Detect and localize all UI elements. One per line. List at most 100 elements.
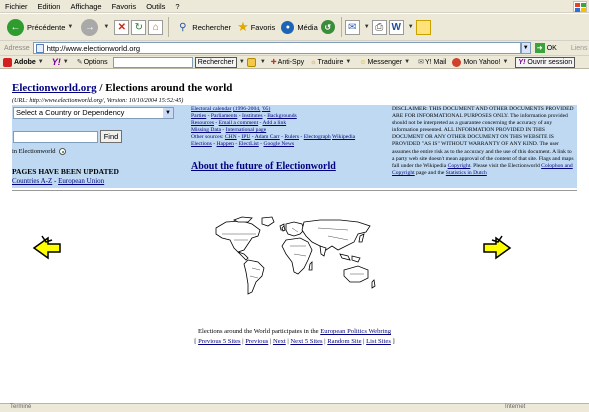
add-link-link[interactable]: Add a link: [263, 120, 287, 126]
electlist-link[interactable]: ElectList: [239, 141, 259, 147]
copyright-link[interactable]: Copyright: [448, 163, 471, 169]
site-home-link[interactable]: Electionworld.org: [12, 82, 97, 94]
google-news-link[interactable]: Google News: [263, 141, 294, 147]
translate-icon: ☼: [310, 58, 317, 66]
missing-data-link[interactable]: Missing Data: [191, 127, 221, 133]
search-icon: ⚲: [179, 21, 187, 33]
address-field[interactable]: http://www.electionworld.org: [32, 42, 521, 54]
menu-file[interactable]: Fichier: [0, 2, 33, 11]
edit-dropdown-icon[interactable]: ▼: [408, 24, 414, 30]
calendar-05-link[interactable]: '05): [262, 106, 270, 112]
european-union-link[interactable]: European Union: [58, 177, 104, 185]
countries-az-link[interactable]: Countries A-Z: [12, 177, 52, 185]
forward-arrow-icon: →: [81, 18, 99, 36]
print-icon[interactable]: ⎙: [371, 19, 387, 35]
find-input[interactable]: [13, 131, 98, 143]
updated-heading: PAGES HAVE BEEN UPDATED: [12, 167, 119, 176]
forward-button[interactable]: → ▼: [78, 16, 114, 38]
previous-5-sites-link[interactable]: Previous 5 Sites: [198, 338, 241, 345]
messenger-icon: ☺: [359, 58, 367, 66]
adobe-label: Adobe: [14, 58, 36, 66]
translate-button[interactable]: ☼ Traduire ▼: [307, 59, 356, 66]
address-dropdown-icon[interactable]: ▼: [520, 42, 531, 54]
list-sites-link[interactable]: List Sites: [366, 338, 391, 345]
adam-carr-link[interactable]: Adam Carr: [255, 134, 280, 140]
antispy-button[interactable]: ✚ Anti-Spy: [268, 58, 307, 67]
wikipedia-link[interactable]: Wikipedia: [332, 134, 355, 140]
stop-icon[interactable]: ✕: [114, 19, 130, 35]
next-5-sites-link[interactable]: Next 5 Sites: [290, 338, 322, 345]
select-arrow-icon[interactable]: ▼: [163, 108, 173, 118]
find-button[interactable]: Find: [100, 130, 122, 143]
elections-link[interactable]: Elections: [191, 141, 212, 147]
webring-text: Elections around the World participates …: [197, 328, 319, 335]
random-site-link[interactable]: Random Site: [327, 338, 361, 345]
mail-icon[interactable]: ✉: [344, 19, 360, 35]
yahoo-search-input[interactable]: [112, 56, 193, 68]
statistics-dutch-link[interactable]: Statistics in Dutch: [446, 170, 487, 176]
back-button[interactable]: ← Précédente ▼: [4, 16, 78, 38]
country-select[interactable]: Select a Country or Dependency ▼: [13, 107, 174, 119]
parties-link[interactable]: Parties: [191, 113, 206, 119]
backgrounds-link[interactable]: Backgrounds: [267, 113, 297, 119]
search-button[interactable]: ⚲ Rechercher: [172, 16, 234, 38]
favorites-button[interactable]: ★ Favoris: [234, 16, 278, 38]
future-of-electionworld-link[interactable]: About the future of Electionworld: [191, 161, 336, 172]
yahoo-mail-button[interactable]: ✉ Y! Mail: [415, 58, 449, 67]
url-version-line: (URL: http://www.electionworld.org/, Ver…: [12, 97, 184, 104]
menu-help[interactable]: ?: [170, 2, 184, 11]
rulers-link[interactable]: Rulers: [284, 134, 299, 140]
radio-selected-icon[interactable]: [59, 148, 67, 156]
search-dropdown-icon[interactable]: ▼: [239, 59, 245, 65]
history-icon[interactable]: ↺: [320, 20, 335, 34]
options-button[interactable]: ✎ Options: [74, 58, 111, 67]
edit-word-icon[interactable]: W: [388, 19, 404, 35]
address-url[interactable]: http://www.electionworld.org: [47, 44, 140, 53]
electoral-calendar-link[interactable]: Electoral calendar: [191, 106, 232, 112]
right-arrow-icon[interactable]: [482, 234, 512, 262]
institutes-link[interactable]: Institutes: [242, 113, 263, 119]
menu-favorites[interactable]: Favoris: [107, 2, 142, 11]
yahoo-search-button[interactable]: Rechercher: [194, 56, 237, 68]
home-icon[interactable]: ⌂: [148, 19, 164, 35]
adobe-dropdown-icon[interactable]: ▼: [38, 59, 44, 65]
mail-dropdown-icon[interactable]: ▼: [364, 24, 370, 30]
in-site-option[interactable]: in Electionworld: [12, 148, 67, 156]
translate-dropdown-icon[interactable]: ▼: [345, 59, 351, 65]
my-yahoo-dropdown-icon[interactable]: ▼: [502, 59, 508, 65]
open-session-button[interactable]: Y! Ouvrir session: [515, 56, 576, 68]
international-page-link[interactable]: International page: [226, 127, 267, 133]
next-link[interactable]: Next: [273, 338, 286, 345]
back-dropdown-icon[interactable]: ▼: [67, 24, 73, 30]
messenger-dropdown-icon[interactable]: ▼: [404, 59, 410, 65]
chn-link[interactable]: CHN: [225, 134, 237, 140]
happen-link[interactable]: Happen: [217, 141, 234, 147]
my-yahoo-button[interactable]: Mon Yahoo! ▼: [449, 57, 513, 67]
electograph-link[interactable]: Electograph: [304, 134, 331, 140]
highlight-icon[interactable]: [246, 57, 256, 67]
links-label[interactable]: Liens: [571, 45, 588, 52]
parliaments-link[interactable]: Parliaments: [211, 113, 237, 119]
adobe-button[interactable]: Adobe ▼: [0, 57, 49, 67]
forward-dropdown-icon[interactable]: ▼: [103, 24, 109, 30]
previous-link[interactable]: Previous: [245, 338, 268, 345]
resources-link[interactable]: Resources: [191, 120, 214, 126]
envelope-icon: ✉: [418, 59, 424, 66]
highlight-dropdown-icon[interactable]: ▼: [260, 59, 266, 65]
messenger-button[interactable]: ☺ Messenger ▼: [356, 59, 415, 66]
left-arrow-icon[interactable]: [32, 234, 62, 262]
yahoo-button[interactable]: Y! ▼: [49, 57, 74, 67]
email-comment-link[interactable]: Email a comment: [219, 120, 258, 126]
menu-view[interactable]: Affichage: [65, 2, 106, 11]
refresh-icon[interactable]: ↻: [131, 19, 147, 35]
media-button[interactable]: ● Média: [278, 16, 320, 38]
calendar-years-link[interactable]: (1996-2004,: [233, 106, 261, 112]
go-button[interactable]: ➜ OK: [534, 43, 557, 53]
divider: [12, 190, 577, 192]
webring-link[interactable]: European Politics Webring: [320, 328, 391, 335]
ipu-link[interactable]: IPU: [241, 134, 250, 140]
menu-tools[interactable]: Outils: [141, 2, 170, 11]
yahoo-dropdown-icon[interactable]: ▼: [63, 59, 69, 65]
messenger-note-icon[interactable]: [415, 19, 431, 35]
menu-edit[interactable]: Edition: [33, 2, 66, 11]
